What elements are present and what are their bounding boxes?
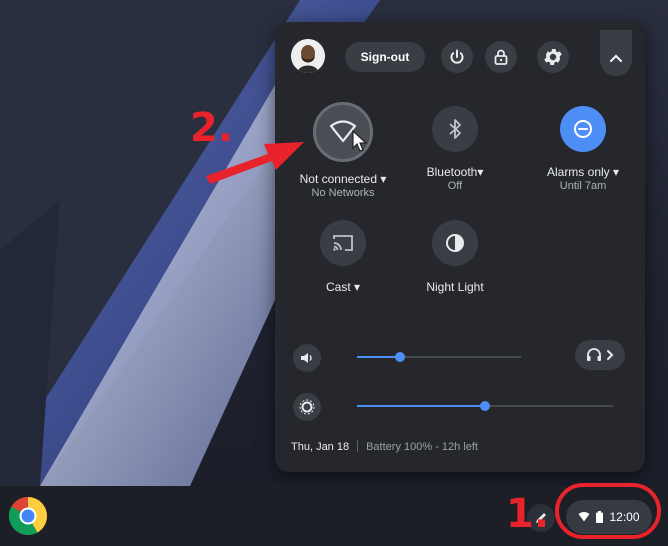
audio-settings-button[interactable]: [575, 340, 625, 370]
quick-settings-panel: Sign-out Not connected ▾ No Networks Blu…: [275, 22, 645, 472]
night-light-label: Night Light: [426, 280, 484, 294]
battery-text[interactable]: Battery 100% - 12h left: [366, 441, 478, 453]
do-not-disturb-label: Alarms only ▾: [546, 165, 620, 179]
annotation-highlight-ring: [555, 483, 661, 539]
night-light-icon: [446, 234, 464, 252]
lock-button[interactable]: [485, 41, 517, 73]
cast-tile[interactable]: Cast ▾: [303, 220, 383, 294]
chevron-up-icon: [609, 54, 623, 63]
mouse-cursor-icon: [352, 130, 368, 152]
mute-button[interactable]: [293, 344, 321, 372]
bluetooth-toggle[interactable]: [432, 106, 478, 152]
lock-icon: [494, 49, 508, 65]
user-avatar[interactable]: [291, 39, 325, 73]
annotation-step-1: 1.: [506, 491, 550, 537]
brightness-slider[interactable]: [357, 396, 613, 416]
cast-icon: [333, 235, 353, 251]
cast-toggle[interactable]: [320, 220, 366, 266]
night-light-toggle[interactable]: [432, 220, 478, 266]
volume-slider[interactable]: [357, 347, 521, 367]
brightness-button: [293, 393, 321, 421]
volume-fill: [357, 356, 400, 358]
brightness-knob[interactable]: [480, 401, 490, 411]
brightness-icon: [299, 399, 315, 415]
sign-out-button[interactable]: Sign-out: [345, 42, 425, 72]
power-icon: [450, 49, 464, 64]
volume-icon: [301, 353, 312, 363]
volume-knob[interactable]: [395, 352, 405, 362]
bluetooth-status: Off: [447, 180, 463, 192]
bluetooth-tile[interactable]: Bluetooth▾ Off: [415, 102, 495, 192]
bluetooth-label: Bluetooth▾: [426, 165, 484, 179]
chrome-browser-icon[interactable]: [8, 496, 48, 536]
chevron-right-icon: [607, 350, 614, 360]
night-light-tile[interactable]: Night Light: [415, 220, 495, 294]
do-not-disturb-tile[interactable]: Alarms only ▾ Until 7am: [533, 102, 633, 192]
brightness-fill: [357, 405, 485, 407]
divider: [357, 440, 359, 452]
do-not-disturb-icon: [574, 120, 592, 138]
do-not-disturb-status: Until 7am: [559, 180, 607, 192]
do-not-disturb-toggle[interactable]: [560, 106, 606, 152]
power-button[interactable]: [441, 41, 473, 73]
status-footer: Thu, Jan 18 Battery 100% - 12h left: [291, 440, 478, 453]
cast-label: Cast ▾: [325, 280, 361, 294]
annotation-arrow: [206, 142, 304, 184]
settings-button[interactable]: [537, 41, 569, 73]
bluetooth-icon: [449, 119, 461, 139]
gear-icon: [544, 49, 562, 65]
date-text[interactable]: Thu, Jan 18: [291, 441, 349, 453]
headphones-icon: [587, 348, 601, 361]
collapse-button[interactable]: [600, 30, 632, 76]
